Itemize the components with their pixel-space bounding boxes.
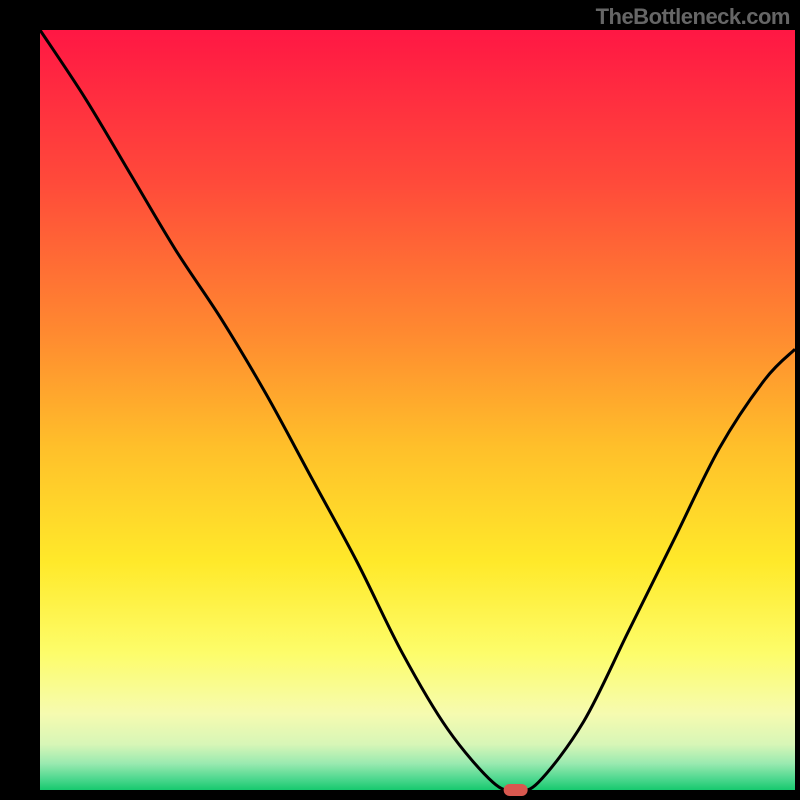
bottleneck-chart	[0, 0, 800, 800]
chart-background-gradient	[40, 30, 795, 790]
attribution-text: TheBottleneck.com	[596, 4, 790, 30]
optimal-marker	[504, 784, 528, 796]
